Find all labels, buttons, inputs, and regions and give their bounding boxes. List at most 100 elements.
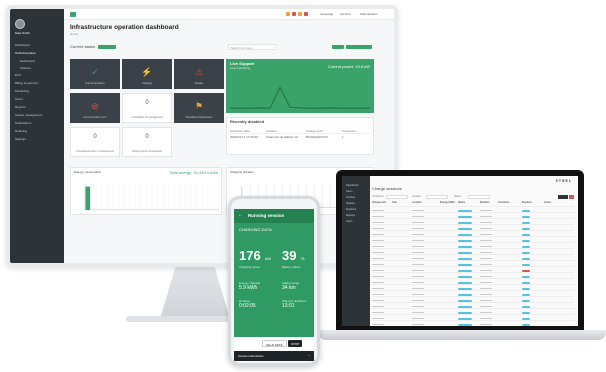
status-badge [458, 251, 472, 254]
status-tile[interactable]: 0 Unregistered cars in management [70, 127, 120, 157]
status-tile[interactable]: 0 Unavailable for management [122, 93, 172, 123]
sidebar-item[interactable]: Stations [10, 64, 64, 71]
energy-bar [186, 208, 191, 210]
energy-bar [163, 208, 169, 210]
sidebar-item[interactable]: Dashboard [10, 41, 64, 49]
tile-count: 0 [93, 134, 97, 140]
table-row[interactable] [372, 232, 574, 237]
charging-title: Charging duration [230, 171, 254, 174]
sidebar-item[interactable]: Dashboard [10, 57, 64, 64]
help-desk-button[interactable]: HELP DESK [262, 340, 287, 347]
sidebar-item[interactable]: Notifications [10, 119, 64, 127]
table-row[interactable]: 2019-03-17 17:09:40 Charmont de Mabrie in… [230, 136, 370, 144]
table-row[interactable] [372, 262, 574, 267]
language-selector[interactable]: Language [320, 12, 333, 16]
avatar[interactable] [15, 19, 25, 29]
table-row[interactable] [372, 220, 574, 225]
stop-button[interactable]: STOP [288, 340, 303, 347]
recently-disabled-panel: Recently disabled Activation date Locatio… [226, 117, 374, 155]
sidebar-item[interactable]: EVC [10, 71, 64, 79]
battery-readout: 39 % Battery status [282, 247, 304, 269]
column-header: Energy (kWh) [440, 202, 455, 204]
status-tile[interactable]: 0 Charge points unregistered [122, 127, 172, 157]
table-row[interactable] [372, 268, 574, 273]
table-row[interactable] [372, 298, 574, 303]
payment-badge [522, 323, 530, 326]
table-row[interactable] [372, 286, 574, 291]
table-row[interactable] [372, 280, 574, 285]
table-row[interactable] [372, 322, 574, 326]
table-cell [412, 257, 424, 259]
laptop-sidebar-item[interactable]: Users [342, 218, 370, 224]
role-label: Administrator [360, 12, 378, 16]
payment-badge [522, 209, 530, 212]
table-row[interactable] [372, 226, 574, 231]
sidebar-item[interactable]: Reports [10, 103, 64, 111]
sidebar-item[interactable]: Settings [10, 135, 64, 143]
account-menu[interactable]: Account [340, 12, 351, 16]
search-button[interactable] [332, 45, 344, 49]
sidebar-item[interactable]: Roaming [10, 127, 64, 135]
back-arrow-icon[interactable]: ← [238, 212, 243, 218]
table-row[interactable] [372, 292, 574, 297]
energy-bar [102, 208, 107, 210]
status-tile[interactable]: ✓ Normal operation [70, 59, 120, 89]
power-value: 176 [239, 248, 261, 263]
phone-header: ← Running session [234, 209, 314, 223]
table-row[interactable] [372, 238, 574, 243]
energy-bar [174, 208, 180, 210]
status-tile[interactable]: ⚠ Faulted [174, 59, 224, 89]
table-row[interactable] [372, 310, 574, 315]
access-instructions[interactable]: Access instructions ⌄ [234, 351, 314, 361]
table-cell [372, 221, 384, 223]
table-cell [412, 305, 424, 307]
table-row[interactable] [372, 250, 574, 255]
notification-flag-icon[interactable] [286, 12, 290, 16]
sidebar: Kate Smith Dashboard Technical plans Dashb… [10, 9, 64, 263]
laptop-logo: ETREL [555, 179, 572, 183]
table-cell [480, 209, 492, 211]
status-filter-button[interactable] [98, 45, 116, 49]
payment-badge [522, 293, 530, 296]
table-row[interactable] [372, 304, 574, 309]
table-row[interactable] [372, 316, 574, 321]
sidebar-item[interactable]: Assets management [10, 111, 64, 119]
table-row[interactable] [372, 256, 574, 261]
filter-input[interactable] [426, 195, 448, 199]
sidebar-item[interactable]: Users [10, 95, 64, 103]
export-button[interactable] [558, 195, 568, 199]
column-header: User [392, 202, 398, 204]
table-row[interactable] [372, 208, 574, 213]
topbar: Language Account Administrator [64, 9, 394, 20]
status-tile[interactable]: ⚑ Scheduled maintenance [174, 93, 224, 123]
table-cell [372, 269, 384, 271]
filter-button[interactable] [569, 195, 574, 199]
warning-flag-icon[interactable] [298, 12, 302, 16]
error-flag-icon[interactable] [304, 12, 308, 16]
filter-input[interactable] [386, 195, 408, 199]
settings-button[interactable] [346, 45, 372, 49]
energy-bar [91, 208, 96, 210]
tile-label: Charge points unregistered [131, 150, 163, 153]
search-input[interactable]: Search by name [228, 44, 276, 50]
table-cell [372, 317, 384, 319]
laptop: Dashboard Users Invoices Stations Sessions Re… [336, 170, 584, 332]
menu-toggle-button[interactable] [70, 12, 76, 17]
table-cell [480, 311, 492, 313]
table-row[interactable] [372, 214, 574, 219]
sidebar-item[interactable]: Technical plans [10, 49, 64, 57]
table-row[interactable] [372, 244, 574, 249]
alert-flag-icon[interactable] [292, 12, 296, 16]
energy-bar [180, 208, 185, 210]
sidebar-item[interactable]: Billing & payment [10, 79, 64, 87]
sidebar-item[interactable]: Monitoring [10, 87, 64, 95]
status-tile[interactable]: ⚡ Charging [122, 59, 172, 89]
status-tile[interactable]: ⊘ Communication error [70, 93, 120, 123]
column-header: Status [458, 202, 466, 204]
table-cell [480, 233, 492, 235]
table-cell [480, 257, 492, 259]
energy-bar [124, 208, 130, 210]
filter-input[interactable] [468, 195, 490, 199]
table-row[interactable] [372, 274, 574, 279]
energy-bar [146, 208, 152, 210]
